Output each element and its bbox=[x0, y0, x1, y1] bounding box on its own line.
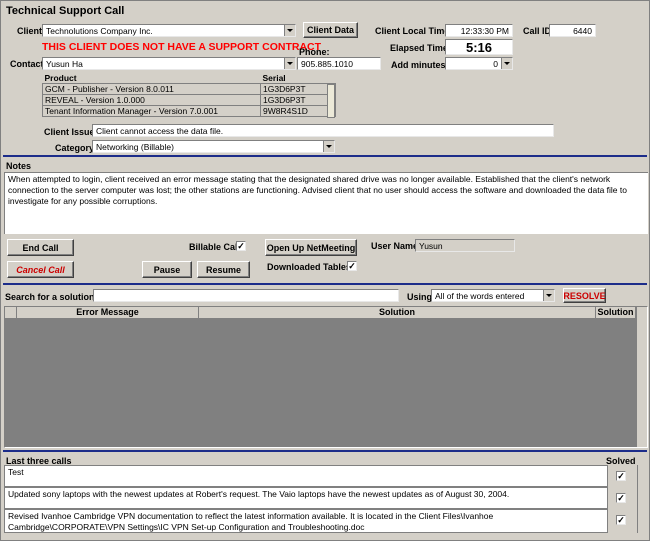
chevron-down-icon[interactable] bbox=[501, 58, 512, 69]
search-label: Search for a solution.. bbox=[5, 292, 100, 302]
search-mode-value: All of the words entered bbox=[435, 291, 525, 301]
cancel-call-button[interactable]: Cancel Call bbox=[7, 261, 74, 278]
contact-label: Contact bbox=[10, 59, 44, 69]
client-value: Technolutions Company Inc. bbox=[46, 26, 153, 36]
last-calls-scrollbar[interactable] bbox=[637, 465, 647, 533]
grid-scrollbar[interactable] bbox=[636, 307, 647, 447]
add-minutes-label: Add minutes bbox=[391, 60, 446, 70]
client-local-time-field: 12:33:30 PM bbox=[445, 24, 513, 37]
open-netmeeting-button[interactable]: Open Up NetMeeting bbox=[265, 239, 357, 256]
separator bbox=[3, 283, 647, 285]
resolve-button[interactable]: RESOLVE bbox=[563, 288, 606, 303]
pause-button[interactable]: Pause bbox=[142, 261, 192, 278]
support-call-window: Technical Support Call Client Technoluti… bbox=[0, 0, 650, 541]
client-issue-field[interactable]: Client cannot access the data file. bbox=[92, 124, 554, 137]
solved-label: Solved bbox=[606, 456, 636, 466]
last-call-item[interactable]: Revised Ivanhoe Cambridge VPN documentat… bbox=[4, 509, 608, 533]
category-label: Category bbox=[55, 143, 95, 153]
notes-textarea[interactable]: When attempted to login, client received… bbox=[4, 172, 648, 234]
client-issue-label: Client Issue bbox=[44, 127, 95, 137]
add-minutes-value: 0 bbox=[493, 59, 498, 69]
call-id-label: Call ID bbox=[523, 26, 552, 36]
product-table: Product Serial GCM - Publisher - Version… bbox=[42, 73, 336, 119]
product-cell: GCM - Publisher - Version 8.0.011 bbox=[42, 83, 261, 95]
separator bbox=[3, 450, 647, 452]
phone-field[interactable]: 905.885.1010 bbox=[297, 57, 381, 70]
separator bbox=[3, 155, 647, 157]
client-local-time-label: Client Local Time bbox=[375, 26, 450, 36]
downloaded-tables-label: Downloaded Tables bbox=[267, 262, 351, 272]
last-call-item[interactable]: Updated sony laptops with the newest upd… bbox=[4, 487, 608, 509]
product-header: Product bbox=[44, 73, 77, 83]
contact-select[interactable]: Yusun Ha bbox=[42, 57, 296, 70]
serial-header: Serial bbox=[262, 73, 286, 83]
product-cell: REVEAL - Version 1.0.000 bbox=[42, 94, 261, 106]
contact-value: Yusun Ha bbox=[46, 59, 83, 69]
solution-header[interactable]: Solution bbox=[199, 307, 596, 319]
grid-corner bbox=[5, 307, 17, 319]
client-data-button[interactable]: Client Data bbox=[303, 22, 358, 38]
using-label: Using bbox=[407, 292, 433, 302]
table-row[interactable]: REVEAL - Version 1.0.000 1G3D6P3T bbox=[42, 94, 336, 106]
solved-checkbox[interactable]: ✓ bbox=[616, 515, 626, 525]
product-scrollbar[interactable] bbox=[327, 84, 335, 118]
chevron-down-icon[interactable] bbox=[284, 25, 295, 36]
chevron-down-icon[interactable] bbox=[543, 290, 554, 301]
chevron-down-icon[interactable] bbox=[323, 141, 334, 152]
search-mode-select[interactable]: All of the words entered bbox=[431, 289, 555, 302]
solution-flag-header[interactable]: Solution bbox=[596, 307, 636, 319]
serial-cell: 1G3D6P3T bbox=[260, 94, 336, 106]
client-label: Client bbox=[17, 26, 43, 36]
solutions-grid[interactable]: Error Message Solution Solution bbox=[4, 306, 648, 448]
product-cell: Tenant Information Manager - Version 7.0… bbox=[42, 105, 261, 117]
add-minutes-select[interactable]: 0 bbox=[445, 57, 513, 70]
window-title: Technical Support Call bbox=[6, 5, 125, 17]
last-call-item[interactable]: Test bbox=[4, 465, 608, 487]
category-select[interactable]: Networking (Billable) bbox=[92, 140, 335, 153]
phone-label: Phone: bbox=[299, 47, 330, 57]
notes-label: Notes bbox=[6, 161, 32, 171]
end-call-button[interactable]: End Call bbox=[7, 239, 74, 256]
chevron-down-icon[interactable] bbox=[284, 58, 295, 69]
user-name-label: User Name bbox=[371, 241, 419, 251]
elapsed-time-field: 5:16 bbox=[445, 39, 513, 55]
billable-call-label: Billable Call bbox=[189, 242, 241, 252]
client-select[interactable]: Technolutions Company Inc. bbox=[42, 24, 296, 37]
solved-checkbox[interactable]: ✓ bbox=[616, 471, 626, 481]
solved-checkbox[interactable]: ✓ bbox=[616, 493, 626, 503]
call-id-field: 6440 bbox=[549, 24, 596, 37]
table-row[interactable]: GCM - Publisher - Version 8.0.011 1G3D6P… bbox=[42, 83, 336, 95]
serial-cell: 9W8R4S1D bbox=[260, 105, 336, 117]
resume-button[interactable]: Resume bbox=[197, 261, 250, 278]
elapsed-time-label: Elapsed Time bbox=[390, 43, 448, 53]
error-message-header[interactable]: Error Message bbox=[17, 307, 199, 319]
downloaded-tables-checkbox[interactable]: ✓ bbox=[347, 261, 357, 271]
billable-call-checkbox[interactable]: ✓ bbox=[236, 241, 246, 251]
table-row[interactable]: Tenant Information Manager - Version 7.0… bbox=[42, 105, 336, 117]
category-value: Networking (Billable) bbox=[96, 142, 174, 152]
no-contract-warning: THIS CLIENT DOES NOT HAVE A SUPPORT CONT… bbox=[42, 41, 322, 53]
user-name-field: Yusun bbox=[415, 239, 515, 252]
search-input[interactable] bbox=[93, 289, 399, 302]
serial-cell: 1G3D6P3T bbox=[260, 83, 336, 95]
